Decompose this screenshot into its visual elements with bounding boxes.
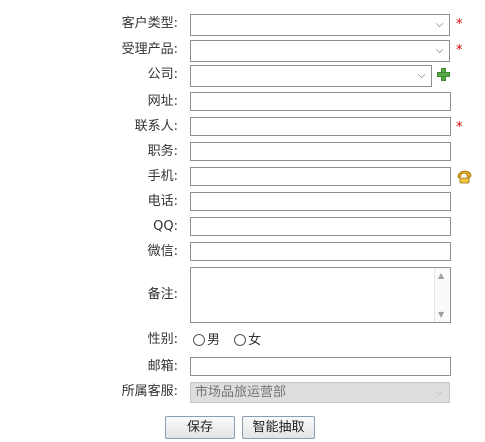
chevron-down-icon: ⌵ xyxy=(435,19,444,30)
notes-scrollbar[interactable]: ▲ ▼ xyxy=(434,268,450,322)
email-label: 邮箱: xyxy=(147,359,178,374)
contact-input[interactable] xyxy=(190,117,451,136)
mobile-label: 手机: xyxy=(147,169,178,184)
qq-label: QQ: xyxy=(153,219,178,234)
wechat-label: 微信: xyxy=(147,244,178,259)
website-label: 网址: xyxy=(147,94,178,109)
product-label: 受理产品: xyxy=(121,42,178,57)
customer-type-label: 客户类型: xyxy=(121,16,178,31)
contact-label: 联系人: xyxy=(134,119,178,134)
gender-radio-group: 男 女 xyxy=(193,331,271,351)
smart-extract-button[interactable]: 智能抽取 xyxy=(242,416,315,439)
phone-input[interactable] xyxy=(190,192,451,211)
plus-icon[interactable] xyxy=(437,68,450,81)
scroll-down-icon[interactable]: ▼ xyxy=(438,310,444,319)
phone-icon[interactable] xyxy=(456,170,472,184)
service-value: 市场品旅运营部 xyxy=(195,385,287,400)
chevron-down-icon: ⌵ xyxy=(417,70,426,81)
notes-label: 备注: xyxy=(147,287,178,302)
gender-female-radio[interactable] xyxy=(234,334,247,346)
required-marker: * xyxy=(456,120,463,135)
company-select[interactable]: ⌵ xyxy=(190,65,432,87)
website-input[interactable] xyxy=(190,92,451,111)
service-select: 市场品旅运营部 ⌵ xyxy=(190,382,450,403)
customer-type-select[interactable]: ⌵ xyxy=(190,14,450,36)
notes-textarea[interactable]: ▲ ▼ xyxy=(190,267,451,323)
gender-label: 性别: xyxy=(147,332,178,347)
gender-male-label: 男 xyxy=(207,333,221,348)
position-input[interactable] xyxy=(190,142,451,161)
email-input[interactable] xyxy=(190,357,451,376)
chevron-down-icon: ⌵ xyxy=(435,45,444,56)
required-marker: * xyxy=(456,17,463,32)
gender-male-radio[interactable] xyxy=(193,334,205,346)
save-button[interactable]: 保存 xyxy=(165,416,235,439)
qq-input[interactable] xyxy=(190,217,451,236)
required-marker: * xyxy=(456,43,463,58)
service-label: 所属客服: xyxy=(121,384,178,399)
company-label: 公司: xyxy=(147,67,178,82)
phone-label: 电话: xyxy=(147,194,178,209)
mobile-input[interactable] xyxy=(190,167,451,186)
scroll-up-icon[interactable]: ▲ xyxy=(438,271,444,280)
gender-female-label: 女 xyxy=(248,333,262,348)
wechat-input[interactable] xyxy=(190,242,451,261)
position-label: 职务: xyxy=(147,144,178,159)
product-select[interactable]: ⌵ xyxy=(190,40,450,62)
chevron-down-icon: ⌵ xyxy=(435,387,444,398)
